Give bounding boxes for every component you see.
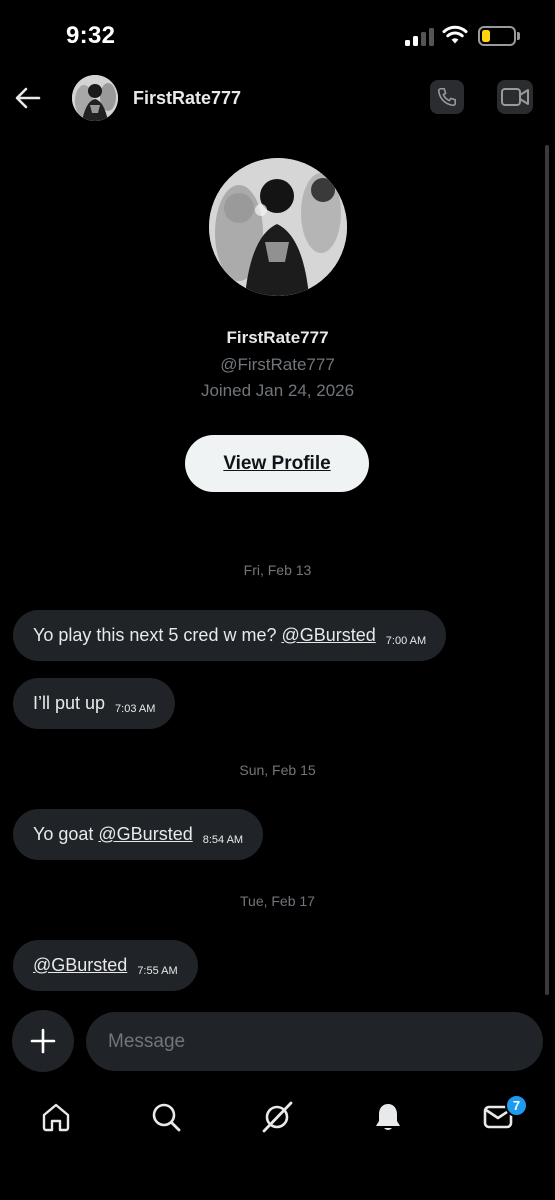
cellular-signal-icon [405,28,435,46]
message-bubble[interactable]: @GBursted 7:55 AM [13,940,198,991]
mention-link[interactable]: @GBursted [33,955,127,975]
video-camera-icon [501,88,529,106]
voice-call-button[interactable] [430,80,464,114]
message-bubble[interactable]: Yo goat @GBursted 8:54 AM [13,809,264,860]
avatar-photo-icon [72,75,118,121]
message-bubble[interactable]: Yo play this next 5 cred w me? @GBursted… [13,610,447,661]
add-media-button[interactable] [12,1010,74,1072]
home-indicator [210,1185,345,1190]
home-icon [42,1103,70,1132]
status-time: 9:32 [66,22,116,49]
message-timestamp: 7:03 AM [115,702,156,715]
message-bubble[interactable]: I’ll put up 7:03 AM [13,678,176,729]
bottom-navigation [0,1085,555,1150]
header-username[interactable]: FirstRate777 [133,88,241,109]
message-text: @GBursted [33,955,127,976]
arrow-left-icon [15,87,41,109]
profile-photo-icon [209,158,347,296]
profile-joined-date: Joined Jan 24, 2026 [200,381,355,400]
date-separator: Sun, Feb 15 [239,762,316,778]
nav-home[interactable] [36,1097,76,1137]
view-profile-button[interactable]: View Profile [185,435,369,492]
nav-search[interactable] [146,1097,186,1137]
notifications-icon [376,1104,400,1130]
messages-badge: 7 [505,1094,528,1117]
message-input[interactable] [86,1012,543,1071]
nav-notifications[interactable] [368,1097,408,1137]
message-timestamp: 7:55 AM [137,964,178,977]
profile-name: FirstRate777 [226,328,329,347]
plus-icon [30,1028,56,1054]
mention-link[interactable]: @GBursted [98,824,192,844]
header-avatar[interactable] [72,75,118,121]
date-separator: Tue, Feb 17 [240,893,315,909]
message-text: Yo goat @GBursted [33,824,193,844]
battery-icon [478,26,516,46]
message-text: Yo play this next 5 cred w me? @GBursted [33,625,376,645]
status-bar: 9:32 [0,0,555,70]
phone-icon [437,87,457,107]
message-timestamp: 7:00 AM [385,634,427,647]
search-icon [152,1103,181,1132]
date-separator: Fri, Feb 13 [243,562,312,578]
profile-avatar[interactable] [209,158,347,296]
video-call-button[interactable] [497,80,533,114]
nav-grok[interactable] [257,1097,297,1137]
wifi-icon [442,25,468,44]
profile-handle: @FirstRate777 [220,355,335,374]
back-button[interactable] [12,82,44,114]
conversation-header: FirstRate777 [0,70,555,126]
grok-icon [262,1101,293,1133]
battery-cap [517,32,520,40]
message-timestamp: 8:54 AM [202,833,244,846]
mention-link[interactable]: @GBursted [281,625,375,645]
message-text: I’ll put up [33,693,106,713]
